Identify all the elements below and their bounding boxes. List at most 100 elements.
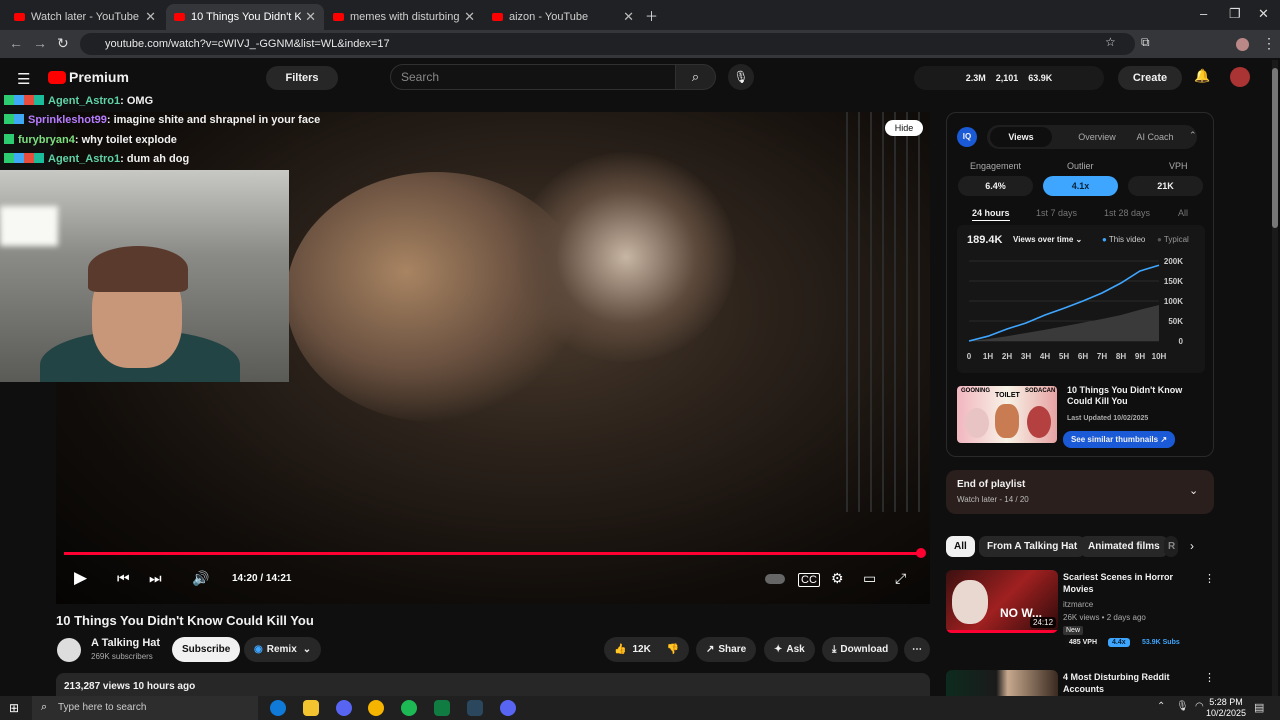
y-tick-label: 100K <box>1164 297 1183 306</box>
wifi-icon[interactable]: ◠ <box>1195 701 1204 712</box>
close-icon[interactable]: ✕ <box>623 9 634 25</box>
search-input[interactable]: Search <box>390 64 676 90</box>
account-avatar[interactable] <box>1230 67 1250 87</box>
hide-button[interactable]: Hide <box>885 120 923 136</box>
clock[interactable]: 5:28 PM 10/2/2025 <box>1206 697 1246 719</box>
more-icon[interactable]: ⋮ <box>1204 572 1215 585</box>
new-tab-icon[interactable]: ＋ <box>645 6 658 25</box>
steam-icon[interactable] <box>467 700 483 716</box>
remix-button[interactable]: ◉ Remix ⌄ <box>244 637 322 662</box>
tab-overview[interactable]: Overview <box>1062 127 1132 147</box>
chevron-right-icon[interactable]: › <box>1190 539 1194 553</box>
folder-icon[interactable] <box>303 700 319 716</box>
hamburger-icon[interactable]: ☰ <box>17 70 30 88</box>
more-icon[interactable]: ⋯ <box>904 637 930 662</box>
tray-chevron-icon[interactable]: ⌃ <box>1157 701 1165 712</box>
bell-icon[interactable]: 🔔 <box>1194 68 1210 84</box>
chip-animated-films[interactable]: Animated films <box>1080 536 1168 557</box>
youtube-logo-icon[interactable] <box>48 71 66 84</box>
rec-channel[interactable]: itzmarce <box>1063 600 1093 609</box>
channel-name[interactable]: A Talking Hat <box>91 637 160 649</box>
reload-icon[interactable]: ↻ <box>57 35 69 52</box>
chevron-down-icon: ⌄ <box>302 644 312 655</box>
range-7d[interactable]: 1st 7 days <box>1036 208 1077 218</box>
captions-icon[interactable]: CC <box>798 573 820 587</box>
profile-avatar[interactable] <box>1236 38 1249 51</box>
play-icon[interactable]: ▶ <box>74 568 87 588</box>
edge-icon[interactable] <box>270 700 286 716</box>
playlist-panel[interactable]: End of playlist Watch later - 14 / 20 ⌄ <box>946 470 1214 514</box>
vidiq-stats-bar[interactable]: 2.3M 2,101 63.9K <box>914 66 1104 90</box>
see-similar-thumbnails-button[interactable]: See similar thumbnails ↗ <box>1063 431 1175 448</box>
tab-aizon[interactable]: aizon - YouTube ✕ <box>484 4 642 30</box>
settings-gear-icon[interactable]: ⚙ <box>831 570 844 587</box>
chip-more[interactable]: R <box>1164 536 1178 557</box>
scrollbar-thumb[interactable] <box>1272 68 1278 228</box>
tab-views[interactable]: Views <box>990 127 1052 147</box>
previous-icon[interactable]: ⏮ <box>117 570 130 587</box>
download-button[interactable]: ⤓ Download <box>822 637 899 662</box>
channel-avatar[interactable] <box>57 638 81 662</box>
app-icon[interactable] <box>336 700 352 716</box>
forward-icon[interactable]: → <box>33 35 47 51</box>
autoplay-toggle[interactable] <box>765 574 785 584</box>
mic-tray-icon[interactable]: 🎙 <box>1176 701 1189 712</box>
range-24h[interactable]: 24 hours <box>972 208 1010 221</box>
volume-icon[interactable]: 🔊 <box>192 570 209 587</box>
next-icon[interactable]: ⏭ <box>149 570 162 587</box>
tab-watch-later[interactable]: Watch later - YouTube ✕ <box>6 4 164 30</box>
search-button[interactable]: ⌕ <box>676 64 716 90</box>
metric-dropdown[interactable]: Views over time ⌄ <box>1013 235 1082 244</box>
filters-button[interactable]: Filters <box>266 66 338 90</box>
thumbs-down-icon[interactable]: 👎 <box>667 644 679 655</box>
restore-icon[interactable]: ❐ <box>1229 6 1241 22</box>
windows-start-icon[interactable]: ⊞ <box>9 701 19 715</box>
rec-title[interactable]: Scariest Scenes in Horror Movies <box>1063 571 1193 595</box>
chevron-up-icon[interactable]: ⌃ <box>1189 130 1197 141</box>
chip-all[interactable]: All <box>946 536 975 557</box>
rec-thumbnail[interactable]: NO W... 24:12 <box>946 570 1058 633</box>
ask-button[interactable]: ✦ Ask <box>764 637 815 662</box>
omnibox[interactable]: youtube.com/watch?v=cWIVJ_-GGNM&list=WL&… <box>80 33 1135 55</box>
minimize-icon[interactable]: – <box>1200 6 1207 21</box>
range-28d[interactable]: 1st 28 days <box>1104 208 1150 218</box>
fullscreen-icon[interactable]: ⤢ <box>895 570 906 587</box>
rec-title[interactable]: 4 Most Disturbing Reddit Accounts <box>1063 671 1193 696</box>
close-icon[interactable]: ✕ <box>305 9 316 25</box>
share-button[interactable]: ↗ Share <box>696 637 757 662</box>
like-button[interactable]: 👍 12K 👎 <box>604 637 690 662</box>
extensions-icon[interactable]: ⧉ <box>1141 35 1150 50</box>
time-display: 14:20 / 14:21 <box>232 573 292 584</box>
window-close-icon[interactable]: ✕ <box>1258 6 1269 22</box>
thumbnail-preview[interactable]: GOONING TOILET SODACAN <box>957 386 1057 443</box>
more-icon[interactable]: ⋮ <box>1204 671 1215 684</box>
description-box[interactable]: 213,287 views 10 hours ago <box>56 673 930 696</box>
close-icon[interactable]: ✕ <box>145 9 156 25</box>
premium-logo[interactable]: Premium <box>69 69 129 85</box>
chip-from-channel[interactable]: From A Talking Hat <box>979 536 1086 557</box>
tab-ai-coach[interactable]: AI Coach <box>1125 127 1185 147</box>
chevron-down-icon[interactable]: ⌄ <box>1189 484 1198 497</box>
duration-badge: 24:12 <box>1030 617 1057 628</box>
progress-bar[interactable] <box>64 548 927 558</box>
discord-icon[interactable] <box>500 700 516 716</box>
create-button[interactable]: Create <box>1118 66 1182 90</box>
rec-thumbnail[interactable] <box>946 670 1058 696</box>
close-icon[interactable]: ✕ <box>464 9 475 25</box>
thumb-updated: Last Updated 10/02/2025 <box>1067 415 1149 422</box>
notifications-icon[interactable]: ▤ <box>1254 701 1264 714</box>
spotify-icon[interactable] <box>401 700 417 716</box>
scrollbar[interactable] <box>1272 60 1278 696</box>
tab-current-video[interactable]: 10 Things You Didn't Know Cou✕ <box>166 4 324 30</box>
subscribe-button[interactable]: Subscribe <box>172 637 241 662</box>
theater-icon[interactable]: ▭ <box>863 570 876 587</box>
menu-icon[interactable]: ⋮ <box>1262 35 1276 52</box>
range-all[interactable]: All <box>1178 208 1188 218</box>
chrome-icon[interactable] <box>368 700 384 716</box>
excel-icon[interactable] <box>434 700 450 716</box>
tab-memes[interactable]: memes with disturbing backsto✕ <box>325 4 483 30</box>
bookmark-star-icon[interactable]: ☆ <box>1105 35 1116 49</box>
mic-icon[interactable]: 🎙 <box>728 64 754 90</box>
taskbar-search[interactable]: ⌕ Type here to search <box>32 696 258 720</box>
back-icon[interactable]: ← <box>9 35 23 51</box>
